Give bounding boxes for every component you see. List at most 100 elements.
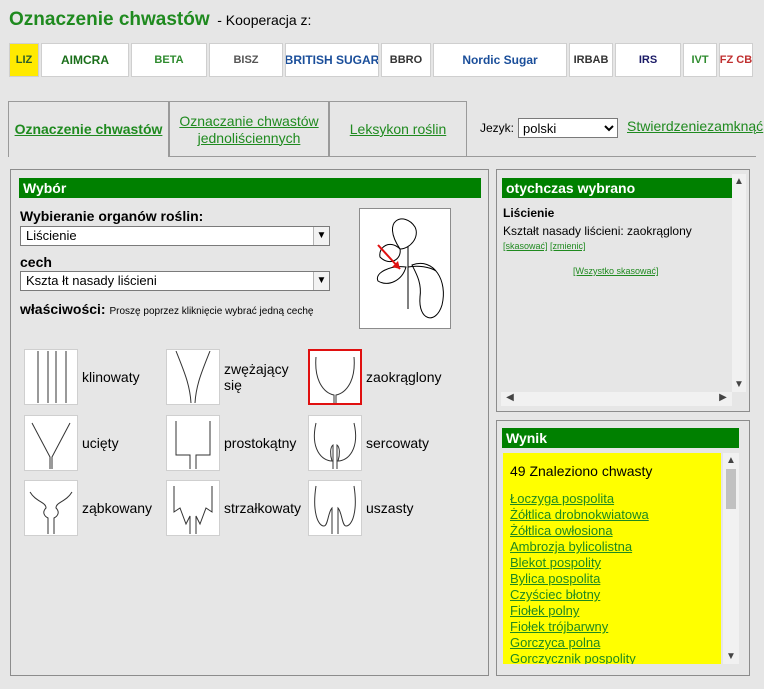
properties-hint: właściwości: Proszę poprzez kliknięcie w… <box>20 301 313 317</box>
selection-panel: Wybór Wybieranie organów roślin: Liścien… <box>10 169 489 676</box>
properties-label: właściwości: <box>20 301 106 317</box>
option-rounded[interactable]: zaokrąglony <box>308 349 446 405</box>
chosen-header: otychczas wybrano <box>502 178 732 198</box>
auriculate-base-icon[interactable] <box>308 480 362 536</box>
sagittate-base-icon[interactable] <box>166 480 220 536</box>
result-item[interactable]: Fiołek polny <box>510 603 721 619</box>
close-link[interactable]: zamknąć <box>707 118 763 134</box>
logo-british-sugar: BRITISH SUGAR <box>285 43 379 77</box>
result-item[interactable]: Fiołek trójbarwny <box>510 619 721 635</box>
toothed-base-icon[interactable] <box>24 480 78 536</box>
logo-nordic-sugar: Nordic Sugar <box>433 43 567 77</box>
change-link[interactable]: [zmienic] <box>550 241 586 251</box>
wedge-base-icon[interactable] <box>24 349 78 405</box>
scroll-right-icon[interactable]: ▶ <box>716 392 730 403</box>
logo-aimcra: AIMCRA <box>41 43 129 77</box>
chosen-panel: otychczas wybrano Liścienie Kształt nasa… <box>496 169 750 412</box>
result-item[interactable]: Bylica pospolita <box>510 571 721 587</box>
result-item[interactable]: Blekot pospolity <box>510 555 721 571</box>
horizontal-scrollbar[interactable]: ◀ ▶ <box>501 392 732 406</box>
tab-label: Oznaczanie chwastów jednoliściennych <box>179 112 319 146</box>
scroll-up-icon[interactable]: ▲ <box>724 455 738 466</box>
tapering-base-icon[interactable] <box>166 349 220 405</box>
result-header: Wynik <box>502 428 739 448</box>
organ-label: Wybieranie organów roślin: <box>20 208 204 224</box>
tab-plant-lexicon[interactable]: Leksykon roślin <box>329 101 467 157</box>
feature-label: cech <box>20 254 52 270</box>
scroll-up-icon[interactable]: ▲ <box>732 176 746 187</box>
vertical-scrollbar[interactable]: ▲ ▼ <box>732 174 746 392</box>
confirm-close-links: Stwierdzeniezamknąć <box>627 118 763 134</box>
chevron-down-icon[interactable]: ▼ <box>313 272 329 290</box>
cancel-link[interactable]: [skasować] <box>503 241 548 251</box>
selection-header: Wybór <box>19 178 481 198</box>
option-rectangular[interactable]: prostokątny <box>166 415 304 471</box>
result-item[interactable]: Żółtlica owłosiona <box>510 523 721 539</box>
option-label: klinowaty <box>82 369 140 385</box>
partner-logos: LIZ AIMCRA BETA BISZ BRITISH SUGAR BBRO Nordic… <box>9 43 755 77</box>
result-item[interactable]: Czyściec błotny <box>510 587 721 603</box>
chevron-down-icon[interactable]: ▼ <box>313 227 329 245</box>
vertical-scrollbar[interactable]: ▲ ▼ <box>723 453 739 664</box>
feature-select-value: Kszta łt nasady liścieni <box>26 273 157 288</box>
tab-weed-identification[interactable]: Oznaczenie chwastów <box>8 101 169 157</box>
logo-bbro: BBRO <box>381 43 431 77</box>
tab-monocot-identification[interactable]: Oznaczanie chwastów jednoliściennych <box>169 101 329 157</box>
result-item[interactable]: Ambrozja bylicolistna <box>510 539 721 555</box>
cooperation-label: - Kooperacja z: <box>217 12 312 28</box>
result-list-box: 49 Znaleziono chwasty Łoczyga pospolita Ż… <box>503 453 721 664</box>
chosen-actions: [skasować] [zmienic] <box>503 241 586 251</box>
tab-label: Oznaczenie chwastów <box>14 121 163 137</box>
option-tapering[interactable]: zwężający się <box>166 349 304 405</box>
rectangular-base-icon[interactable] <box>166 415 220 471</box>
result-count: 49 Znaleziono chwasty <box>510 463 653 479</box>
chosen-feature: Kształt nasady liścieni: zaokrąglony <box>503 224 692 238</box>
page-title: Oznaczenie chwastów <box>9 9 210 30</box>
option-toothed[interactable]: ząbkowany <box>24 480 162 536</box>
scroll-thumb[interactable] <box>726 469 736 509</box>
confirm-link[interactable]: Stwierdzenie <box>627 118 707 134</box>
cordate-base-icon[interactable] <box>308 415 362 471</box>
scroll-down-icon[interactable]: ▼ <box>724 651 738 662</box>
logo-ivt: IVT <box>683 43 717 77</box>
logo-liz: LIZ <box>9 43 39 77</box>
result-item[interactable]: Gorczyca polna <box>510 635 721 651</box>
organ-select[interactable]: Liścienie ▼ <box>20 226 330 246</box>
option-cordate[interactable]: sercowaty <box>308 415 446 471</box>
result-panel: Wynik 49 Znaleziono chwasty Łoczyga posp… <box>496 420 750 676</box>
result-list: Łoczyga pospolita Żółtlica drobnokwiatowa… <box>503 491 721 664</box>
feature-select[interactable]: Kszta łt nasady liścieni ▼ <box>20 271 330 291</box>
option-label: sercowaty <box>366 435 430 451</box>
logo-irbab: IRBAB <box>569 43 613 77</box>
logo-bisz: BISZ <box>209 43 283 77</box>
language-select[interactable]: polski <box>518 118 619 138</box>
option-label: uszasty <box>366 500 414 516</box>
rounded-base-icon[interactable] <box>308 349 362 405</box>
scroll-left-icon[interactable]: ◀ <box>503 392 517 403</box>
tab-label: Leksykon roślin <box>349 121 447 137</box>
result-item[interactable]: Łoczyga pospolita <box>510 491 721 507</box>
result-item[interactable]: Gorczycznik pospolity <box>510 651 721 664</box>
option-label: zwężający się <box>224 361 289 393</box>
seedling-icon <box>376 218 444 319</box>
organ-select-value: Liścienie <box>26 228 77 243</box>
properties-hint-text: Proszę poprzez kliknięcie wybrać jedną c… <box>109 306 314 317</box>
option-sagittate[interactable]: strzałkowaty <box>166 480 304 536</box>
tab-divider <box>170 156 756 157</box>
scroll-down-icon[interactable]: ▼ <box>732 379 746 390</box>
option-wedge[interactable]: klinowaty <box>24 349 162 405</box>
option-label: strzałkowaty <box>224 500 302 516</box>
option-truncate[interactable]: ucięty <box>24 415 162 471</box>
plant-illustration <box>359 208 451 329</box>
result-item[interactable]: Żółtlica drobnokwiatowa <box>510 507 721 523</box>
logo-sfz: SFZ CBS <box>719 43 753 77</box>
chosen-organ: Liścienie <box>503 206 555 220</box>
truncate-base-icon[interactable] <box>24 415 78 471</box>
cancel-all-link[interactable]: [Wszystko skasować] <box>573 266 659 276</box>
option-auriculate[interactable]: uszasty <box>308 480 446 536</box>
option-label: prostokątny <box>224 435 297 451</box>
language-selector: Jezyk: polski <box>480 118 619 138</box>
option-label: ząbkowany <box>82 500 153 516</box>
option-label: zaokrąglony <box>366 369 442 385</box>
header: Oznaczenie chwastów - Kooperacja z: <box>9 9 311 33</box>
